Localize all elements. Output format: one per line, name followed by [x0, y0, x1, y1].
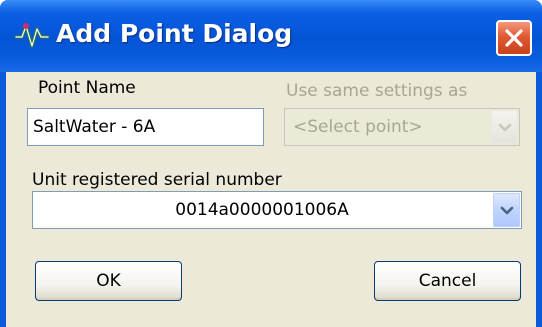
title-bar[interactable]: Add Point Dialog	[0, 0, 542, 72]
cancel-button[interactable]: Cancel	[374, 261, 521, 301]
dialog-window: Add Point Dialog Point Name Use same set…	[0, 0, 542, 327]
serial-number-label: Unit registered serial number	[32, 170, 282, 190]
same-settings-label: Use same settings as	[286, 81, 468, 101]
serial-number-select[interactable]: 0014a0000001006A	[32, 191, 522, 229]
window-title: Add Point Dialog	[56, 19, 293, 48]
close-button[interactable]	[496, 20, 532, 56]
point-name-label: Point Name	[38, 78, 136, 98]
signal-wave-icon	[14, 20, 50, 50]
same-settings-select[interactable]: <Select point>	[284, 108, 520, 146]
dialog-body: Point Name Use same settings as <Select …	[6, 72, 536, 327]
same-settings-value: <Select point>	[293, 117, 423, 137]
serial-number-dropdown-button[interactable]	[493, 193, 520, 227]
point-name-input[interactable]	[27, 108, 264, 146]
serial-number-value: 0014a0000001006A	[175, 200, 349, 220]
same-settings-dropdown-button[interactable]	[491, 110, 518, 144]
ok-button[interactable]: OK	[35, 261, 182, 301]
